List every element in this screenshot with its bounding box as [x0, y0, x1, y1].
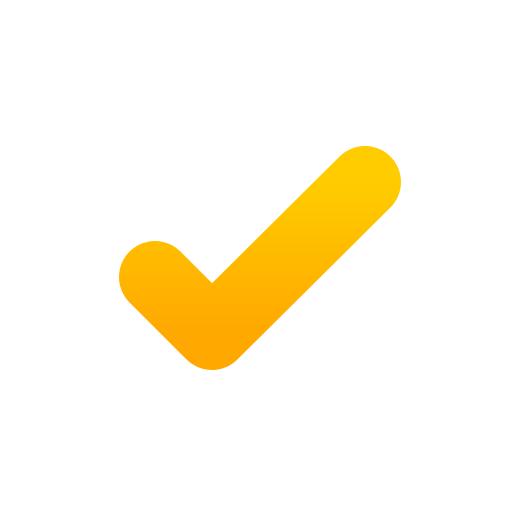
checkmark-icon [119, 146, 401, 370]
checkmark-stroke [119, 146, 401, 370]
icon-canvas [0, 0, 512, 512]
